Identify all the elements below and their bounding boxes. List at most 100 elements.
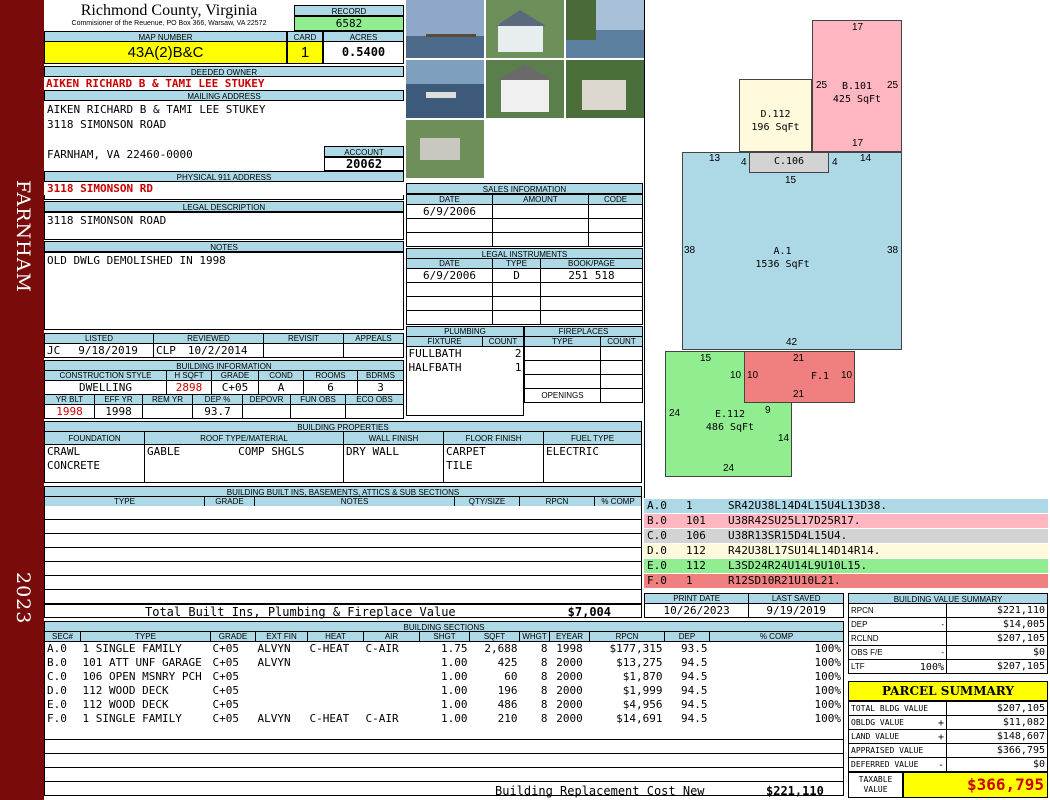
effective-year: 1998 [94,404,143,419]
mailing-line-2: 3118 SIMONSON ROAD [47,118,167,131]
listed-by: JC [47,344,61,357]
vs-ltr-pct: 100% [919,662,944,673]
legend-sec: C.0 [647,529,667,542]
construction-style: DWELLING [44,380,167,395]
builtins-total-label: Total Built Ins, Plumbing & Fireplace Va… [145,605,456,619]
mailing-line-1: AIKEN RICHARD B & TAMI LEE STUKEY [47,103,266,116]
bi-grade-header: GRADE [204,496,255,507]
building-sketch: B.101 425 SqFt D.112 196 SqFt C.106 A.1 153… [644,0,1050,498]
property-photos [406,0,644,180]
e-dim-left: 24 [669,408,681,419]
map-number-value: 43A(2)B&C [44,41,287,64]
section-cell: 1.00 [441,684,468,697]
a-dim-bottom: 42 [786,337,798,348]
section-cell: 2000 [556,698,583,711]
building-info-table: CONSTRUCTION STYLE H SQFT GRADE COND ROOMS BD… [44,370,404,395]
section-cell: 8 [540,698,548,711]
section-cell: C+05 [212,642,240,656]
a-dim-top-right: 14 [860,153,872,164]
section-header: HEAT [307,631,364,642]
fireplaces-label: FIREPLACES [524,326,643,337]
physical-address-label: PHYSICAL 911 ADDRESS [44,171,404,182]
e-label: E.112 486 SqFt [700,408,760,434]
year-label: 2023 [12,572,34,625]
ps-appraised: $366,795 [946,743,1048,758]
section-cell: 94.5 [681,656,708,669]
f-dim-top: 21 [793,353,805,364]
section-cell: 100% [709,655,844,670]
section-cell: 2,688 [484,642,518,656]
legend-sec: F.0 [647,574,667,587]
a-dim-top-left: 13 [709,153,721,164]
legend-code: 1 [686,574,693,587]
vs-ltr: $207,105 [946,659,1048,674]
section-header: RPCN [589,631,665,642]
section-cell: 94.5 [681,698,708,711]
yrblt-header: YR BLT [44,394,95,405]
section-cell: 8 [540,656,548,669]
review-table: LISTED REVIEWED REVISIT APPEALS JC 9/18/2019… [44,333,404,358]
roof-material: COMP SHGLS [238,445,305,459]
listed-date: 9/18/2019 [78,344,138,357]
section-header: % COMP [709,631,844,642]
section-cell [364,656,420,670]
print-date-label: PRINT DATE [643,593,750,604]
section-cell [364,684,420,698]
grade: C+05 [211,380,259,395]
section-header: GRADE [210,631,256,642]
ecoobs-header: ECO OBS [345,394,404,405]
condition: A [258,380,304,395]
sidebar: FARNHAM 2023 [0,0,44,800]
depovr-header: DEPOVR [242,394,291,405]
vs-ltr-label: LTF [851,662,865,671]
mailing-line-3: FARNHAM, VA 22460-0000 [47,148,193,161]
ps-bldg: $207,105 [946,701,1048,716]
style-header: CONSTRUCTION STYLE [44,370,167,381]
d-label: D.112 196 SqFt [739,108,812,134]
section-cell: C+05 [212,698,240,711]
record-label: RECORD [294,5,404,16]
legend-path: U38R13SR15D4L15U4. [728,529,848,542]
inst-book: 251 518 [540,268,643,283]
legend-code: 112 [686,544,706,557]
dep-header: DEP % [192,394,243,405]
e-name: E.112 [714,409,746,420]
mailing-address-label: MAILING ADDRESS [44,90,404,101]
legend-row: D.0 112 R42U38L17SU14L14D14R14. [644,544,1048,558]
foundation-2: CONCRETE [47,459,100,473]
hsqft-header: H SQFT [166,370,212,381]
floor-1: CARPET [446,445,486,459]
e-dim-r1: 9 [765,405,771,416]
section-header: SHGT [419,631,470,642]
builtins-empty-rows [44,506,642,604]
legend-sec: B.0 [647,514,667,527]
legend-row: E.0 112 L3SD24R24U14L9U10L15. [644,559,1048,573]
brcn-label: Building Replacement Cost New [495,784,705,798]
properties-table: FOUNDATION ROOF TYPE/MATERIAL WALL FINISH F… [44,430,642,483]
bi-rpcn-header: RPCN [519,496,595,507]
section-cell: 2000 [556,656,583,669]
instruments-table: DATE TYPE BOOK/PAGE 6/9/2006 D 251 518 [406,258,643,325]
section-cell: 486 [497,698,518,711]
remyr-header: REM YR [142,394,193,405]
foundation-header: FOUNDATION [44,430,145,446]
appeals-header: APPEALS [343,333,404,344]
section-cell: 210 [497,712,518,725]
inst-date: 6/9/2006 [406,268,493,283]
section-cell: 106 OPEN MSNRY PCH [82,670,202,683]
depreciation: 93.7 [192,404,243,419]
legend-code: 112 [686,559,706,572]
vs-rpcn: $221,110 [946,603,1048,618]
legend-path: L3SD24R24U14L9U10L15. [728,559,868,572]
fuel-header: FUEL TYPE [543,430,642,446]
section-header: WHGT [519,631,550,642]
e-dim-top: 15 [700,353,712,364]
fireplace-type-header: TYPE [524,336,601,347]
print-date: 10/26/2023 [643,603,750,618]
physical-address: 3118 SIMONSON RD [47,182,153,195]
rooms: 6 [303,380,358,395]
fireplaces-table: FIREPLACES TYPE COUNT OPENINGS [524,326,643,403]
fireplace-count-header: COUNT [600,336,643,347]
ps-deferred-label: DEFERRED VALUE [851,760,919,769]
sales-table: DATE AMOUNT CODE 6/9/2006 [406,194,643,247]
